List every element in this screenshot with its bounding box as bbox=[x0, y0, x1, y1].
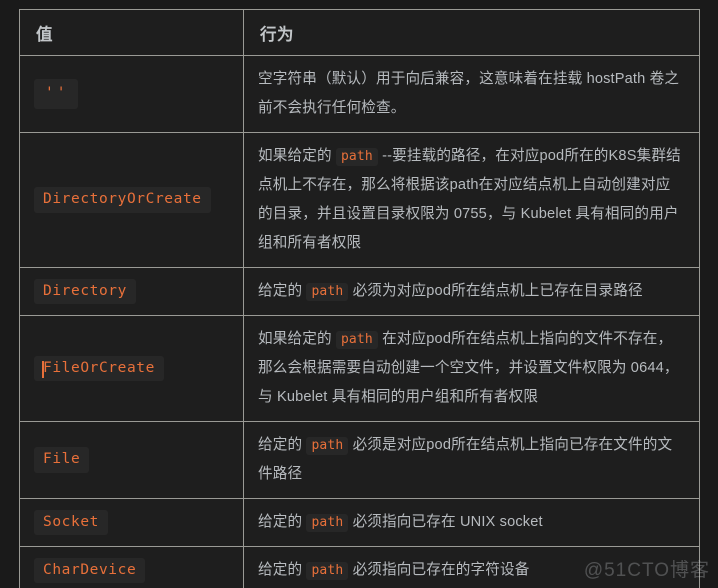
value-code-wrapper: CharDevice bbox=[34, 557, 146, 584]
table-row: Socket 给定的 path 必须指向已存在 UNIX socket bbox=[19, 498, 700, 547]
behavior-cell: 给定的 path 必须指向已存在 UNIX socket bbox=[243, 498, 700, 547]
table-body: '' 空字符串（默认）用于向后兼容，这意味着在挂载 hostPath 卷之前不会执… bbox=[19, 55, 700, 588]
table-row: DirectoryOrCreate 如果给定的 path --要挂载的路径，在对应… bbox=[19, 132, 700, 268]
value-code: '' bbox=[34, 79, 79, 109]
inline-code-path: path bbox=[306, 437, 349, 455]
inline-code-path: path bbox=[306, 283, 349, 301]
value-code: FileOrCreate bbox=[34, 355, 164, 382]
hostpath-type-table-container: 值 行为 '' 空字符串（默认）用于向后兼容，这意味着在挂载 hostPath 卷… bbox=[19, 9, 700, 588]
behavior-text: 给定的 bbox=[258, 437, 307, 453]
value-cell: CharDevice bbox=[19, 546, 244, 588]
value-code: DirectoryOrCreate bbox=[34, 187, 211, 213]
page-root: 值 行为 '' 空字符串（默认）用于向后兼容，这意味着在挂载 hostPath 卷… bbox=[0, 0, 718, 588]
behavior-text: 必须指向已存在的字符设备 bbox=[348, 562, 530, 578]
behavior-cell: 空字符串（默认）用于向后兼容，这意味着在挂载 hostPath 卷之前不会执行任… bbox=[243, 55, 700, 133]
behavior-text: 空字符串（默认）用于向后兼容，这意味着在挂载 hostPath 卷之前不会执行任… bbox=[258, 71, 680, 116]
table-row: Directory 给定的 path 必须为对应pod所在结点机上已存在目录路径 bbox=[19, 267, 700, 316]
behavior-text: 必须指向已存在 UNIX socket bbox=[348, 514, 543, 530]
value-cell: Socket bbox=[19, 498, 244, 547]
text-cursor-caret bbox=[42, 360, 44, 378]
behavior-cell: 给定的 path 必须为对应pod所在结点机上已存在目录路径 bbox=[243, 267, 700, 316]
table-row: '' 空字符串（默认）用于向后兼容，这意味着在挂载 hostPath 卷之前不会执… bbox=[19, 55, 700, 133]
inline-code-path: path bbox=[335, 331, 378, 349]
value-code: CharDevice bbox=[34, 557, 146, 584]
behavior-text: 如果给定的 bbox=[258, 148, 336, 164]
value-cell: Directory bbox=[19, 267, 244, 316]
inline-code-path: path bbox=[335, 148, 378, 166]
table-row: CharDevice 给定的 path 必须指向已存在的字符设备 bbox=[19, 546, 700, 588]
behavior-text: 给定的 bbox=[258, 283, 307, 299]
hostpath-type-table: 值 行为 '' 空字符串（默认）用于向后兼容，这意味着在挂载 hostPath 卷… bbox=[19, 9, 700, 588]
value-cell: '' bbox=[19, 55, 244, 133]
behavior-cell: 如果给定的 path 在对应pod所在结点机上指向的文件不存在，那么会根据需要自… bbox=[243, 315, 700, 422]
value-cell: File bbox=[19, 421, 244, 499]
value-code: Directory bbox=[34, 278, 136, 305]
table-row: FileOrCreate 如果给定的 path 在对应pod所在结点机上指向的文件… bbox=[19, 315, 700, 422]
behavior-cell: 给定的 path 必须指向已存在的字符设备 bbox=[243, 546, 700, 588]
inline-code-path: path bbox=[306, 514, 349, 532]
behavior-text: 给定的 bbox=[258, 514, 307, 530]
inline-code-path: path bbox=[306, 562, 349, 580]
value-code-wrapper: Socket bbox=[34, 509, 108, 536]
table-row: File 给定的 path 必须是对应pod所在结点机上指向已存在文件的文件路径 bbox=[19, 421, 700, 499]
value-code-wrapper: File bbox=[34, 447, 90, 473]
value-code-wrapper: '' bbox=[34, 79, 79, 109]
table-header-row: 值 行为 bbox=[19, 9, 700, 56]
column-header-value: 值 bbox=[19, 9, 244, 56]
value-cell: DirectoryOrCreate bbox=[19, 132, 244, 268]
value-code-wrapper: Directory bbox=[34, 278, 136, 305]
column-header-behavior: 行为 bbox=[243, 9, 700, 56]
behavior-text: 给定的 bbox=[258, 562, 307, 578]
value-cell: FileOrCreate bbox=[19, 315, 244, 422]
behavior-text: 如果给定的 bbox=[258, 331, 336, 347]
value-code: File bbox=[34, 447, 90, 473]
value-code-wrapper: FileOrCreate bbox=[34, 355, 164, 382]
behavior-cell: 如果给定的 path --要挂载的路径，在对应pod所在的K8S集群结点机上不存… bbox=[243, 132, 700, 268]
behavior-text: 必须为对应pod所在结点机上已存在目录路径 bbox=[348, 283, 643, 299]
behavior-cell: 给定的 path 必须是对应pod所在结点机上指向已存在文件的文件路径 bbox=[243, 421, 700, 499]
table-header: 值 行为 bbox=[19, 9, 700, 56]
value-code: Socket bbox=[34, 509, 108, 536]
value-code-wrapper: DirectoryOrCreate bbox=[34, 187, 211, 213]
